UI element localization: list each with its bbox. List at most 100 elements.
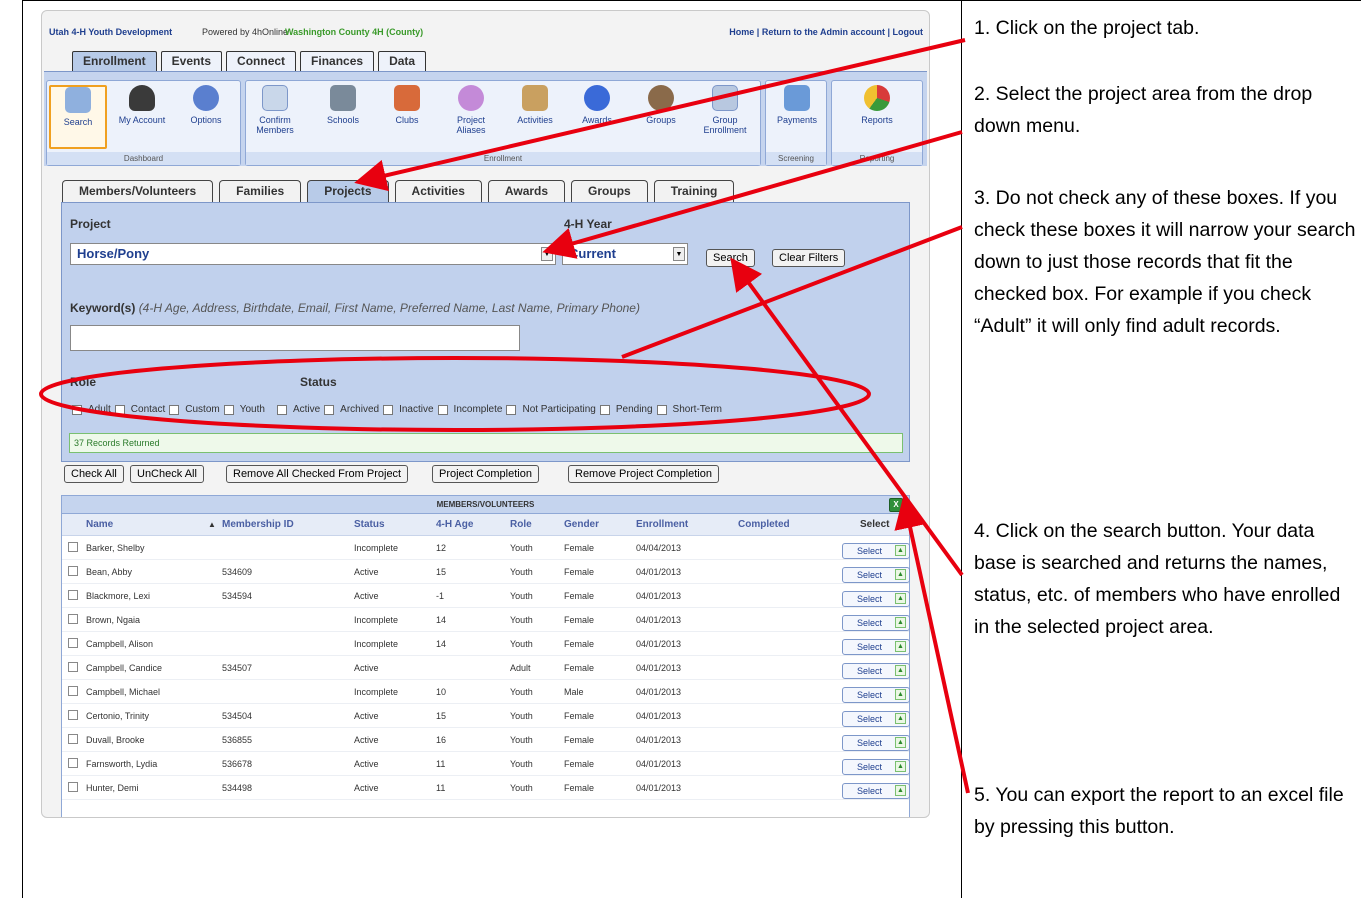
col-enrollment[interactable]: Enrollment: [636, 519, 688, 530]
checkbox-youth[interactable]: [223, 404, 234, 415]
tab-data[interactable]: Data: [378, 51, 427, 71]
top-links[interactable]: Home | Return to the Admin account | Log…: [729, 27, 923, 37]
table-row[interactable]: Barker, Shelby Incomplete 12 Youth Female 04/…: [62, 536, 910, 560]
ribbon-my-account[interactable]: My Account: [113, 85, 171, 125]
row-checkbox[interactable]: [68, 638, 78, 648]
row-checkbox[interactable]: [68, 542, 78, 552]
checkbox-inactive[interactable]: [383, 404, 394, 415]
table-row[interactable]: Duvall, Brooke 536855 Active 16 Youth Female 0…: [62, 728, 910, 752]
select-button[interactable]: Select ▲: [842, 735, 910, 751]
checkbox-short-term[interactable]: [656, 404, 667, 415]
tab-activities[interactable]: Activities: [394, 180, 482, 202]
col-completed[interactable]: Completed: [738, 519, 790, 530]
members-grid: MEMBERS/VOLUNTEERS X Name ▲ Membership I…: [61, 495, 910, 817]
tab-enrollment[interactable]: Enrollment: [72, 51, 157, 71]
cell-age: 11: [436, 783, 446, 793]
ribbon-confirm-members[interactable]: Confirm Members: [246, 85, 304, 135]
tab-finances[interactable]: Finances: [300, 51, 375, 71]
ribbon-groups[interactable]: Groups: [632, 85, 690, 125]
tab-awards[interactable]: Awards: [487, 180, 566, 202]
tab-families[interactable]: Families: [219, 180, 302, 202]
uncheck-all-button[interactable]: UnCheck All: [130, 465, 204, 483]
table-row[interactable]: Campbell, Michael Incomplete 10 Youth Male 04…: [62, 680, 910, 704]
checkbox-not-participating[interactable]: [506, 404, 517, 415]
select-button[interactable]: Select ▲: [842, 687, 910, 703]
col-age[interactable]: 4-H Age: [436, 519, 473, 530]
select-button[interactable]: Select ▲: [842, 759, 910, 775]
ribbon-project-aliases[interactable]: Project Aliases: [442, 85, 500, 135]
chevron-down-icon[interactable]: ▼: [673, 247, 685, 261]
grid-title-text: MEMBERS/VOLUNTEERS: [436, 500, 535, 509]
project-select[interactable]: Horse/Pony ▼: [70, 243, 556, 265]
col-gender[interactable]: Gender: [564, 519, 599, 530]
tab-events[interactable]: Events: [160, 51, 223, 71]
ribbon-awards[interactable]: Awards: [568, 85, 626, 125]
cell-status: Incomplete: [354, 615, 399, 625]
row-checkbox[interactable]: [68, 686, 78, 696]
col-membership-id[interactable]: Membership ID: [222, 519, 294, 530]
col-role[interactable]: Role: [510, 519, 532, 530]
ribbon-activities[interactable]: Activities: [506, 85, 564, 125]
ribbon-options[interactable]: Options: [177, 85, 235, 125]
checkbox-pending[interactable]: [599, 404, 610, 415]
table-row[interactable]: Campbell, Alison Incomplete 14 Youth Female 0…: [62, 632, 910, 656]
table-row[interactable]: Campbell, Candice 534507 Active Adult Female…: [62, 656, 910, 680]
checkbox-active[interactable]: [276, 404, 287, 415]
check-all-button[interactable]: Check All: [64, 465, 124, 483]
group-people-icon: [648, 85, 674, 111]
keyword-input[interactable]: [70, 325, 520, 351]
row-checkbox[interactable]: [68, 566, 78, 576]
ribbon-schools[interactable]: Schools: [314, 85, 372, 125]
cell-age: 15: [436, 567, 447, 577]
ribbon-clubs[interactable]: Clubs: [378, 85, 436, 125]
tab-members-volunteers[interactable]: Members/Volunteers: [62, 180, 214, 202]
table-row[interactable]: Farnsworth, Lydia 536678 Active 11 Youth Fema…: [62, 752, 910, 776]
row-checkbox[interactable]: [68, 782, 78, 792]
ribbon-search[interactable]: Search: [49, 85, 107, 149]
checkbox-custom[interactable]: [169, 404, 180, 415]
row-checkbox[interactable]: [68, 734, 78, 744]
table-row[interactable]: Certonio, Trinity 534504 Active 15 Youth Fema…: [62, 704, 910, 728]
checkbox-archived[interactable]: [324, 404, 335, 415]
tab-connect[interactable]: Connect: [226, 51, 297, 71]
project-completion-button[interactable]: Project Completion: [432, 465, 539, 483]
sort-asc-icon[interactable]: ▲: [208, 520, 216, 529]
tab-groups[interactable]: Groups: [571, 180, 648, 202]
row-checkbox[interactable]: [68, 758, 78, 768]
row-checkbox[interactable]: [68, 590, 78, 600]
ribbon-group-enrollment[interactable]: Group Enrollment: [696, 85, 754, 135]
select-button[interactable]: Select ▲: [842, 615, 910, 631]
table-row[interactable]: Brown, Ngaia Incomplete 14 Youth Female 04/01…: [62, 608, 910, 632]
select-button[interactable]: Select ▲: [842, 591, 910, 607]
cell-gender: Female: [564, 591, 595, 601]
grid-title: MEMBERS/VOLUNTEERS X: [62, 496, 909, 514]
year-select[interactable]: Current ▼: [562, 243, 688, 265]
table-row[interactable]: Bean, Abby 534609 Active 15 Youth Female 04/01…: [62, 560, 910, 584]
row-checkbox[interactable]: [68, 710, 78, 720]
select-button[interactable]: Select ▲: [842, 783, 910, 799]
select-button[interactable]: Select ▲: [842, 663, 910, 679]
tab-training[interactable]: Training: [653, 180, 735, 202]
remove-checked-button[interactable]: Remove All Checked From Project: [226, 465, 409, 483]
ribbon-payments[interactable]: Payments: [768, 85, 826, 125]
clear-filters-button[interactable]: Clear Filters: [772, 249, 846, 267]
tab-projects[interactable]: Projects: [307, 180, 389, 202]
col-status[interactable]: Status: [354, 519, 385, 530]
select-button[interactable]: Select ▲: [842, 639, 910, 655]
checkbox-adult[interactable]: [72, 404, 82, 415]
select-button[interactable]: Select ▲: [842, 711, 910, 727]
remove-completion-button[interactable]: Remove Project Completion: [568, 465, 719, 483]
excel-export-icon[interactable]: X: [889, 498, 903, 512]
checkbox-contact[interactable]: [114, 404, 125, 415]
ribbon-reports[interactable]: Reports: [848, 85, 906, 125]
row-checkbox[interactable]: [68, 614, 78, 624]
chevron-down-icon[interactable]: ▼: [541, 247, 553, 261]
row-checkbox[interactable]: [68, 662, 78, 672]
search-button[interactable]: Search: [706, 249, 755, 267]
col-name[interactable]: Name: [86, 519, 113, 530]
table-row[interactable]: Hunter, Demi 534498 Active 11 Youth Female 04/…: [62, 776, 910, 800]
table-row[interactable]: Blackmore, Lexi 534594 Active -1 Youth Female…: [62, 584, 910, 608]
select-button[interactable]: Select ▲: [842, 543, 910, 559]
select-button[interactable]: Select ▲: [842, 567, 910, 583]
checkbox-incomplete[interactable]: [437, 404, 448, 415]
